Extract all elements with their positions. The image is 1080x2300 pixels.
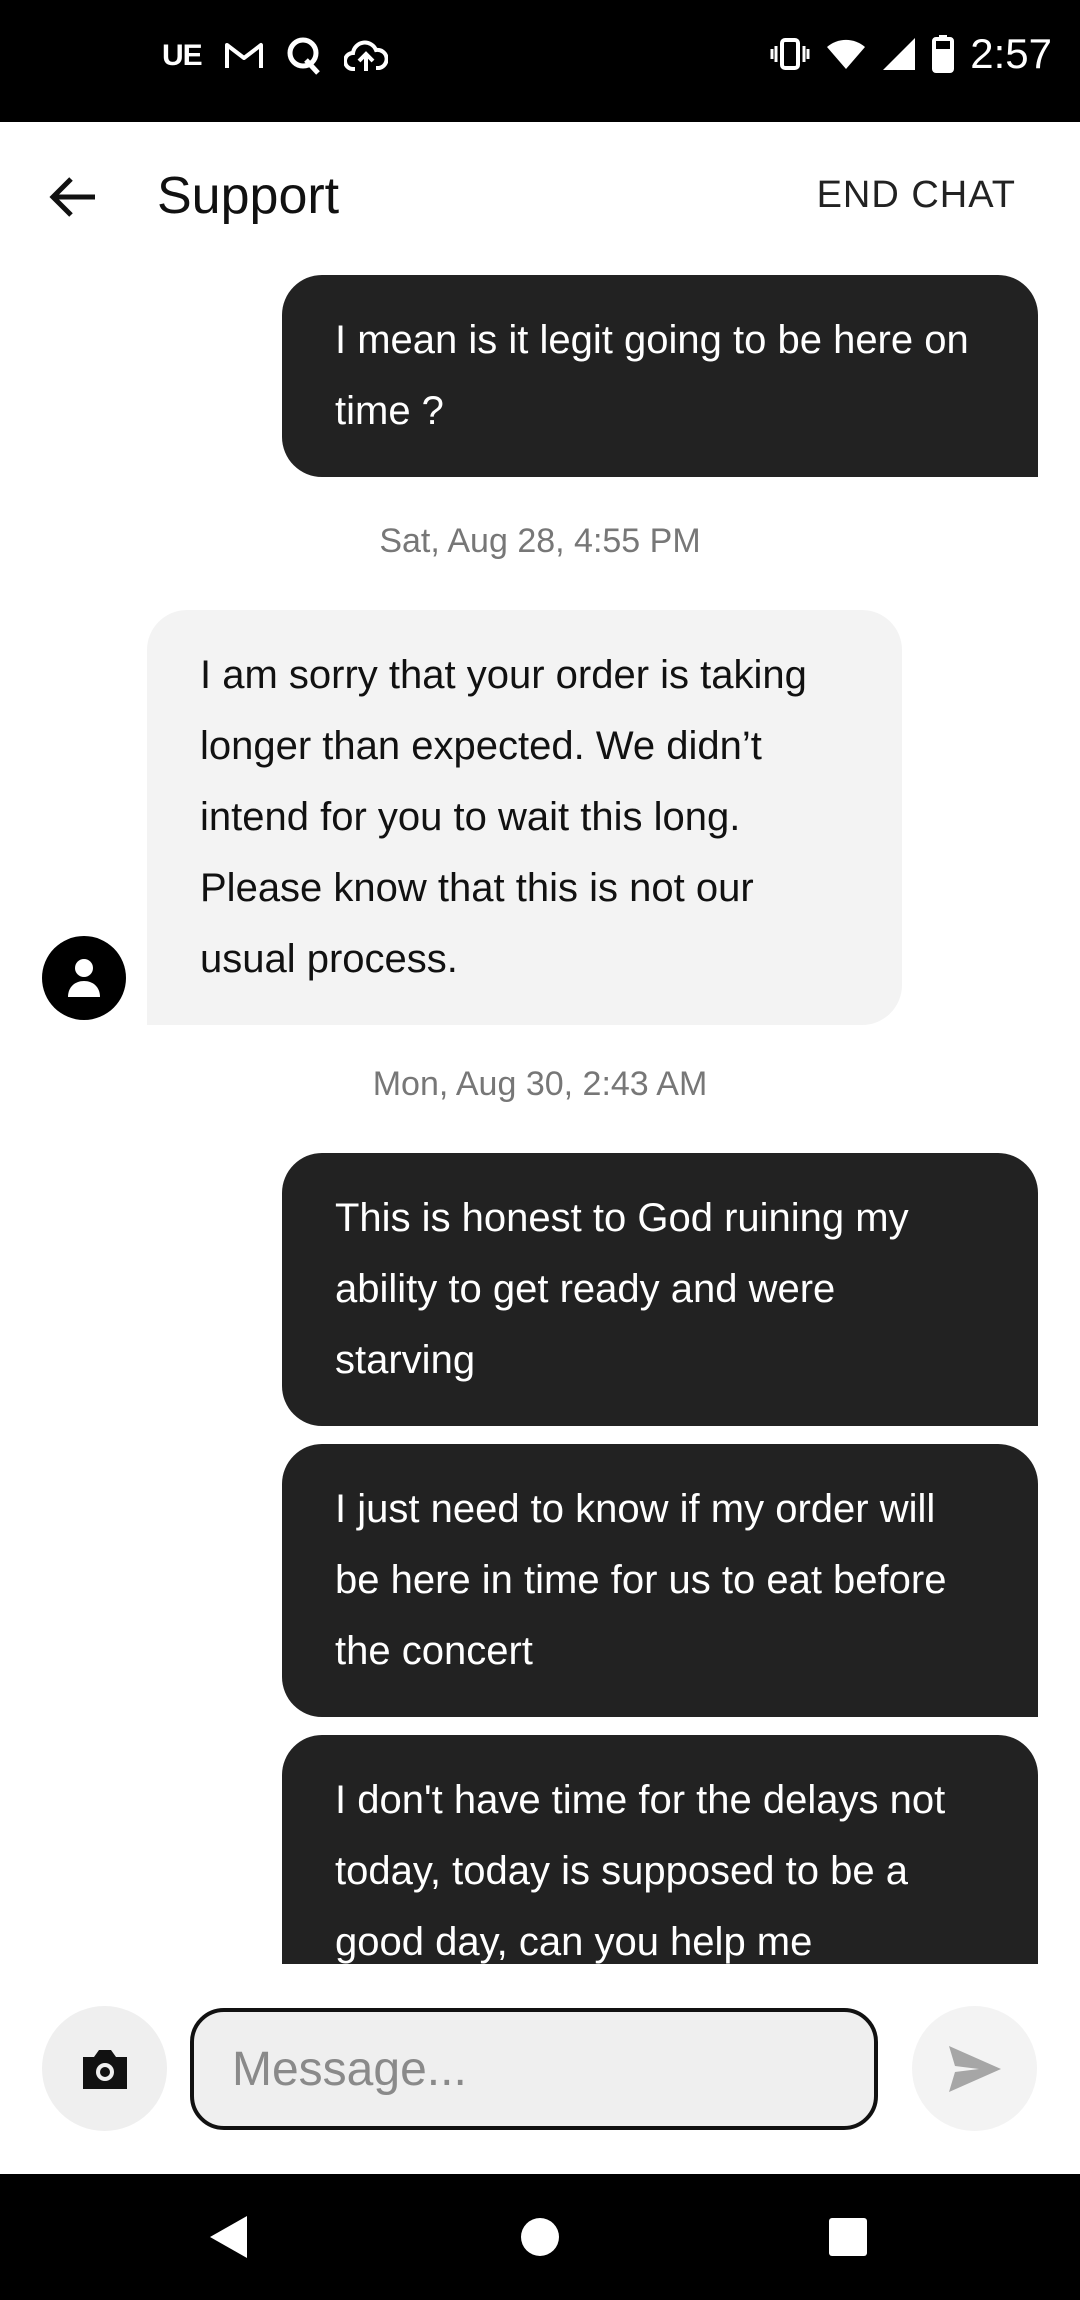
- support-message-bubble: I am sorry that your order is taking lon…: [147, 610, 902, 1025]
- circle-home-icon: [521, 2218, 559, 2256]
- my-message-bubble: I don't have time for the delays not tod…: [282, 1735, 1038, 1964]
- gmail-icon: [224, 41, 264, 71]
- triangle-back-icon: [210, 2216, 247, 2258]
- clock: 2:57: [970, 30, 1052, 77]
- quora-icon: [286, 36, 322, 76]
- nav-home-button[interactable]: [510, 2207, 570, 2267]
- system-navigation-bar: [0, 2174, 1080, 2300]
- wifi-icon: [826, 38, 866, 70]
- system-status: 2:57: [770, 30, 1052, 78]
- notification-icons: UE: [162, 36, 388, 76]
- my-message-bubble: I just need to know if my order will be …: [282, 1444, 1038, 1717]
- message-input[interactable]: [190, 2008, 878, 2130]
- cell-signal-icon: [882, 37, 916, 71]
- ue-icon: UE: [162, 39, 203, 72]
- page-title: Support: [157, 167, 340, 225]
- chat-thread[interactable]: I mean is it legit going to be here on t…: [0, 272, 1080, 1964]
- arrow-left-icon: [49, 177, 95, 217]
- camera-icon: [82, 2049, 127, 2089]
- end-chat-button[interactable]: END CHAT: [817, 174, 1016, 217]
- send-button[interactable]: [912, 2006, 1037, 2131]
- status-bar: UE 2:57: [0, 0, 1080, 122]
- cloud-upload-icon: [343, 39, 388, 73]
- app-header: Support END CHAT: [0, 122, 1080, 272]
- square-recents-icon: [829, 2218, 867, 2256]
- camera-button[interactable]: [42, 2006, 167, 2131]
- my-message-bubble: I mean is it legit going to be here on t…: [282, 275, 1038, 477]
- message-timestamp: Sat, Aug 28, 4:55 PM: [379, 522, 701, 560]
- message-composer: [0, 1964, 1080, 2174]
- my-message-bubble: This is honest to God ruining my ability…: [282, 1153, 1038, 1426]
- person-icon: [68, 959, 100, 997]
- agent-avatar: [42, 936, 126, 1020]
- nav-recents-button[interactable]: [818, 2207, 878, 2267]
- nav-back-button[interactable]: [198, 2207, 258, 2267]
- vibrate-icon: [770, 37, 810, 71]
- message-timestamp: Mon, Aug 30, 2:43 AM: [372, 1065, 708, 1103]
- battery-icon: [932, 35, 955, 73]
- back-button[interactable]: [40, 164, 106, 230]
- send-icon: [948, 2045, 1001, 2092]
